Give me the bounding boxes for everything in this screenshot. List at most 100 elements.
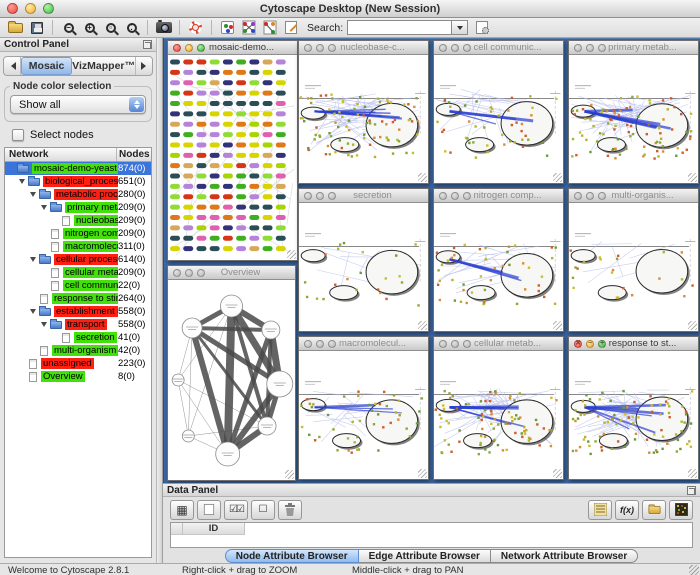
open-session-button[interactable] [6,19,25,37]
window-resize-grip[interactable] [418,173,427,182]
tree-row-nitrogen-compo[interactable]: nitrogen compo209(0) [5,227,151,240]
attribute-table[interactable]: ID [170,522,693,548]
window-resize-grip[interactable] [688,321,697,330]
zoom-button[interactable] [328,192,336,200]
tab-network-attribute-browser[interactable]: Network Attribute Browser [491,549,638,563]
tree-row-primary-metabo[interactable]: primary metabo209(0) [5,201,151,214]
column-nodes[interactable]: Nodes [117,148,151,161]
search-dropdown-button[interactable] [452,20,468,35]
zoom-button[interactable] [197,269,205,277]
zoom-in-button[interactable]: + [80,19,99,37]
tab-vizmapper[interactable]: VizMapper™ [72,57,135,75]
attribute-table-button[interactable]: ▦ [170,500,194,520]
window-nucleobase[interactable]: nucleobase-c... [298,40,429,184]
zoom-selected-button[interactable]: ⁚ [122,19,141,37]
window-resize-grip[interactable] [553,321,562,330]
disclosure-triangle-icon[interactable] [30,306,39,317]
attribute-list-button[interactable] [588,500,612,520]
disclosure-triangle-icon[interactable] [41,319,50,330]
network-view[interactable] [569,351,698,479]
tab-scroll-left-button[interactable] [4,57,21,75]
network-view[interactable] [434,351,563,479]
window-titlebar[interactable]: macromolecul... [299,337,428,351]
minimize-button[interactable] [185,269,193,277]
window-resize-grip[interactable] [418,469,427,478]
minimize-button[interactable] [316,44,324,52]
select-nodes-checkbox[interactable] [12,129,24,141]
zoom-fit-button[interactable]: ▫ [101,19,120,37]
tab-edge-attribute-browser[interactable]: Edge Attribute Browser [359,549,491,563]
tree-row-mosaic-demo-yeast[interactable]: mosaic-demo-yeast874(0) [5,162,151,175]
float-panel-icon[interactable] [143,40,152,49]
disclosure-triangle-icon[interactable] [30,254,39,265]
window-cellular-metabolism[interactable]: cellular metab... [433,336,564,480]
annotation-button[interactable] [281,19,300,37]
tree-row-cell-communicat[interactable]: cell communicat22(0) [5,279,151,292]
network-view[interactable] [299,203,428,331]
window-resize-grip[interactable] [285,470,294,479]
close-button[interactable] [574,44,582,52]
float-panel-icon[interactable] [687,486,696,495]
window-titlebar[interactable]: primary metab... [569,41,698,55]
search-input[interactable] [347,20,452,35]
window-multi-organism[interactable]: multi-organis... [568,188,699,332]
window-titlebar[interactable]: Cytoscape Desktop (New Session) [0,0,700,18]
zoom-button[interactable] [463,44,471,52]
create-attribute-button[interactable] [197,500,221,520]
window-titlebar[interactable]: secretion [299,189,428,203]
zoom-button[interactable] [43,3,54,14]
zoom-button[interactable] [598,44,606,52]
close-button[interactable]: ✕ [574,340,582,348]
select-attributes-button[interactable]: ☑☑ [224,500,248,520]
resize-grip[interactable] [689,565,699,575]
tree-row-cellular-metabol[interactable]: cellular metabol209(0) [5,266,151,279]
minimize-button[interactable]: − [586,340,594,348]
help-button[interactable] [186,19,205,37]
window-resize-grip[interactable] [553,469,562,478]
window-titlebar[interactable]: ✕−+response to st... [569,337,698,351]
id-column-header[interactable]: ID [183,523,245,535]
network-view[interactable] [168,280,295,480]
delete-attribute-button[interactable] [278,500,302,520]
window-titlebar[interactable]: nucleobase-c... [299,41,428,55]
save-session-button[interactable] [27,19,46,37]
network-view[interactable] [434,203,563,331]
window-titlebar[interactable]: mosaic-demo... [168,41,297,55]
zoom-button[interactable] [463,340,471,348]
import-attributes-button[interactable] [642,500,666,520]
window-cell-communication[interactable]: cell communic... [433,40,564,184]
tree-row-metabolic-process[interactable]: metabolic process280(0) [5,188,151,201]
close-button[interactable] [173,269,181,277]
tree-row-transport[interactable]: transport558(0) [5,318,151,331]
node-color-dropdown[interactable]: Show all [10,95,146,114]
network-view[interactable] [299,351,428,479]
zoom-out-button[interactable]: − [59,19,78,37]
minimize-button[interactable] [586,44,594,52]
close-button[interactable] [439,340,447,348]
window-mosaic-demo[interactable]: mosaic-demo... [167,40,298,261]
column-network[interactable]: Network [5,148,117,161]
minimize-button[interactable] [316,192,324,200]
window-macromolecule[interactable]: macromolecul... [298,336,429,480]
window-resize-grip[interactable] [688,173,697,182]
network-view[interactable] [434,55,563,183]
network-view[interactable] [168,55,297,260]
tab-mosaic[interactable]: Mosaic [21,57,72,75]
minimize-button[interactable] [586,192,594,200]
window-titlebar[interactable]: multi-organis... [569,189,698,203]
matrix-view-button[interactable] [669,500,693,520]
minimize-button[interactable] [451,192,459,200]
window-secretion[interactable]: secretion [298,188,429,332]
window-nitrogen-compound[interactable]: nitrogen comp... [433,188,564,332]
disclosure-triangle-icon[interactable] [41,202,50,213]
tree-row-biological-process[interactable]: biological_process651(0) [5,175,151,188]
close-button[interactable] [574,192,582,200]
window-titlebar[interactable]: cellular metab... [434,337,563,351]
tree-row-secretion[interactable]: secretion41(0) [5,331,151,344]
window-titlebar[interactable]: nitrogen comp... [434,189,563,203]
close-button[interactable] [439,192,447,200]
window-resize-grip[interactable] [287,250,296,259]
disclosure-triangle-icon[interactable] [19,176,28,187]
network-merge-button[interactable] [239,19,258,37]
tree-row-nucleobase[interactable]: nucleobase-209(0) [5,214,151,227]
